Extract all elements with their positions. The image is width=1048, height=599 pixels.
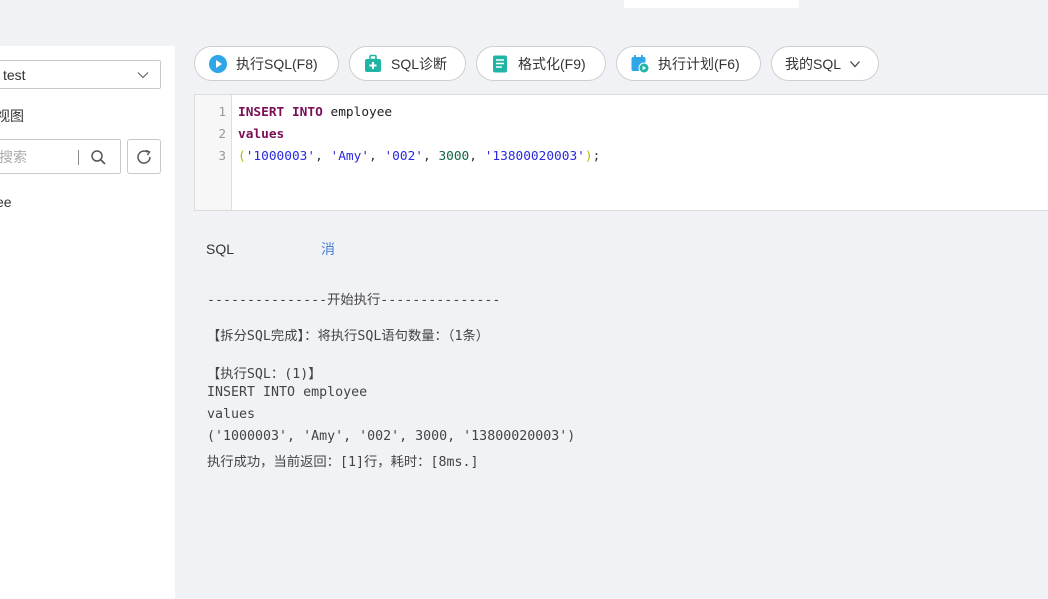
search-box <box>0 139 121 174</box>
value-name: 'Amy' <box>330 149 370 164</box>
database-select[interactable]: test <box>0 60 161 89</box>
top-bar <box>0 0 1048 22</box>
calendar-play-icon <box>631 54 650 73</box>
open-paren: ( <box>238 149 246 164</box>
code-line-1: INSERT INTO employee <box>238 102 600 124</box>
top-tab[interactable] <box>624 0 799 8</box>
execution-plan-button[interactable]: 执行计划(F6) <box>616 46 761 81</box>
semicolon: ; <box>592 149 601 164</box>
sql-diagnose-button[interactable]: SQL诊断 <box>349 46 466 81</box>
sql-diagnose-label: SQL诊断 <box>391 55 448 72</box>
tab-messages[interactable]: 消息 <box>309 225 347 306</box>
console-line: 执行成功，当前返回：[1]行，耗时：[8ms.] <box>207 455 479 470</box>
refresh-icon <box>137 149 151 164</box>
line-number: 1 <box>218 104 226 119</box>
chevron-down-icon <box>137 72 149 79</box>
search-icon[interactable] <box>90 149 107 166</box>
tab-sql-history[interactable]: SQL执行记录 <box>194 225 246 355</box>
table-name: employee <box>330 105 393 120</box>
search-input[interactable] <box>0 140 79 173</box>
my-sql-label: 我的SQL <box>785 55 842 72</box>
value-salary: 3000 <box>438 149 470 164</box>
console-line: ---------------开始执行--------------- <box>207 293 501 308</box>
keyword-into: INTO <box>291 105 323 120</box>
line-number: 2 <box>218 126 226 141</box>
console-line: 【拆分SQL完成】：将执行SQL语句数量：（1条） <box>207 329 490 344</box>
comma: , <box>469 149 477 164</box>
sidebar: test 视图 ee <box>0 46 175 599</box>
line-number-gutter: 1 2 3 <box>195 95 232 210</box>
comma: , <box>315 149 323 164</box>
play-circle-icon <box>209 54 227 73</box>
search-divider <box>78 150 79 165</box>
keyword-values: values <box>238 127 285 142</box>
close-paren: ) <box>584 149 593 164</box>
value-dept: '002' <box>384 149 423 164</box>
console-line: INSERT INTO employee <box>207 385 368 400</box>
line-number: 3 <box>218 148 226 163</box>
code-line-2: values <box>238 124 600 146</box>
my-sql-dropdown[interactable]: 我的SQL <box>771 46 879 81</box>
value-phone: '13800020003' <box>484 149 585 164</box>
view-label[interactable]: 视图 <box>0 106 24 126</box>
format-label: 格式化(F9) <box>518 55 586 72</box>
refresh-button[interactable] <box>127 139 161 174</box>
tree-item-table[interactable]: ee <box>0 194 12 210</box>
console-line: values <box>207 407 256 422</box>
execution-plan-label: 执行计划(F6) <box>658 55 740 72</box>
database-select-value: test <box>3 67 26 83</box>
keyword-insert: INSERT <box>238 105 285 120</box>
sql-editor[interactable]: 1 2 3 INSERT INTO employee values ('100000… <box>194 94 1048 211</box>
console-line: 【执行SQL：(1)】 <box>207 367 322 382</box>
comma: , <box>369 149 377 164</box>
comma: , <box>423 149 431 164</box>
run-sql-button[interactable]: 执行SQL(F8) <box>194 46 339 81</box>
document-icon <box>493 55 507 72</box>
console-line: ('1000003', 'Amy', '002', 3000, '1380002… <box>207 429 576 444</box>
format-button[interactable]: 格式化(F9) <box>476 46 606 81</box>
message-console: ---------------开始执行--------------- 【拆分SQ… <box>194 275 1048 599</box>
chevron-down-icon <box>850 60 860 67</box>
code-content[interactable]: INSERT INTO employee values ('1000003', 'A… <box>238 102 600 168</box>
value-id: '1000003' <box>245 149 316 164</box>
medkit-icon <box>365 54 381 72</box>
code-line-3: ('1000003', 'Amy', '002', 3000, '1380002… <box>238 146 600 168</box>
run-sql-label: 执行SQL(F8) <box>236 55 318 72</box>
